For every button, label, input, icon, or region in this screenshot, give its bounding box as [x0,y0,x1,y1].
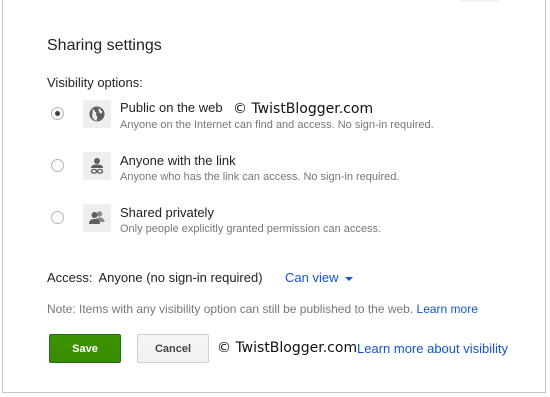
note-text: Note: Items with any visibility option c… [47,302,478,316]
access-value: Anyone (no sign-in required) [98,270,263,285]
access-row: Access: Anyone (no sign-in required) [47,270,263,285]
watermark-bottom: © TwistBlogger.com [217,340,358,356]
option-title: Shared privately [120,205,214,220]
access-label: Access: [47,270,93,285]
option-description: Anyone who has the link can access. No s… [120,171,400,183]
dialog-title: Sharing settings [47,37,162,54]
globe-icon [83,100,111,128]
visibility-options-label: Visibility options: [47,75,143,90]
option-title: Anyone with the link [120,153,236,168]
save-button[interactable]: Save [49,334,121,363]
cancel-button[interactable]: Cancel [137,334,209,363]
watermark-top: © TwistBlogger.com [233,101,374,117]
permission-label: Can view [285,270,339,285]
radio-shared-privately[interactable] [51,211,64,224]
link-user-icon [83,152,111,180]
radio-public-on-web[interactable] [51,107,64,120]
permission-dropdown[interactable]: Can view [285,270,354,285]
option-description: Anyone on the Internet can find and acce… [120,119,434,131]
sharing-settings-dialog: Sharing settings Visibility options: Pub… [2,0,546,393]
learn-more-link[interactable]: Learn more [417,302,478,316]
people-icon [83,204,111,232]
radio-anyone-with-link[interactable] [51,159,64,172]
option-anyone-with-link[interactable]: Anyone with the link Anyone who has the … [3,150,543,190]
option-title: Public on the web [120,100,223,115]
note-body: Note: Items with any visibility option c… [47,302,414,316]
option-description: Only people explicitly granted permissio… [120,223,382,235]
learn-more-visibility-link[interactable]: Learn more about visibility [357,341,508,356]
option-shared-privately[interactable]: Shared privately Only people explicitly … [3,203,543,243]
caret-down-icon [345,276,354,281]
header-remnant [459,0,499,2]
